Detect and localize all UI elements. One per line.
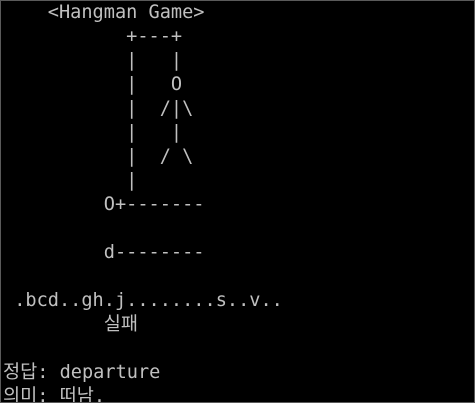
hangman-body: | |	[3, 122, 183, 143]
hangman-head: | O	[3, 74, 183, 95]
meaning-line: 의미: 떠남.	[3, 386, 106, 403]
guessed-letters: .bcd..gh.j........s..v..	[3, 290, 283, 311]
hangman-legs: | / \	[3, 146, 194, 167]
answer-line: 정답: departure	[3, 362, 161, 383]
gallows-top: +---+	[3, 26, 183, 47]
hangman-arms: | /|\	[3, 98, 194, 119]
game-title: <Hangman Game>	[3, 2, 205, 23]
console-output: <Hangman Game> +---+ | | | O | /|\ | | |…	[3, 1, 283, 403]
gallows-rope: | |	[3, 50, 183, 71]
gallows-base: O+-------	[3, 194, 205, 215]
word-progress: d--------	[3, 242, 205, 263]
result-text: 실패	[3, 314, 138, 335]
console-window: <Hangman Game> +---+ | | | O | /|\ | | |…	[0, 0, 475, 403]
gallows-post: |	[3, 170, 138, 191]
